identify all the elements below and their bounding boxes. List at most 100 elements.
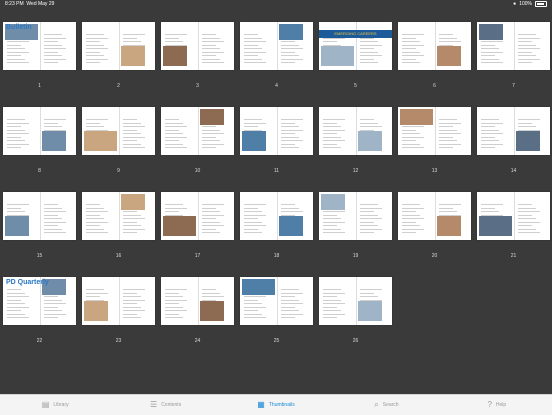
text-line (165, 140, 179, 141)
text-line (323, 214, 337, 216)
text-line (439, 143, 461, 145)
text-line (165, 122, 183, 124)
page-thumbnail[interactable]: Bulletin (3, 22, 76, 70)
text-line (44, 313, 66, 315)
text-line (281, 62, 295, 63)
text-line (7, 51, 29, 53)
page-thumbnail[interactable] (161, 22, 234, 70)
text-line (402, 228, 424, 230)
page-thumbnail[interactable]: EMERGING CAREERS (319, 22, 392, 70)
spine-divider (39, 192, 40, 240)
tab-search[interactable]: ⌕ Search (331, 395, 441, 415)
tab-help[interactable]: ? Help (442, 395, 552, 415)
tab-contents[interactable]: ☰ Contents (110, 395, 220, 415)
page-number: 10 (194, 168, 201, 174)
page-image (400, 109, 433, 125)
text-line (402, 44, 424, 46)
text-line (281, 136, 299, 138)
page-thumbnail[interactable] (319, 107, 392, 155)
text-line (360, 48, 374, 49)
page-thumbnail[interactable] (240, 22, 313, 70)
page-thumbnail[interactable] (3, 107, 76, 155)
text-line (123, 34, 145, 35)
page-thumbnail[interactable] (161, 192, 234, 240)
text-line (323, 289, 341, 290)
text-line (323, 296, 337, 297)
page-thumbnail[interactable] (398, 22, 471, 70)
page-thumbnail[interactable] (240, 107, 313, 155)
text-line (165, 136, 187, 138)
text-line (123, 119, 137, 120)
page-thumbnail[interactable] (240, 277, 313, 325)
text-line (44, 211, 66, 212)
text-line (439, 207, 453, 209)
text-line (165, 204, 183, 205)
page-image (358, 301, 382, 321)
page-thumbnail[interactable] (398, 192, 471, 240)
text-line (360, 119, 374, 120)
text-line (202, 207, 216, 209)
text-line (402, 129, 416, 131)
page-image (321, 194, 345, 210)
text-line (402, 214, 420, 216)
page-image (163, 46, 187, 66)
text-line (7, 289, 21, 290)
text-line (323, 147, 341, 148)
text-line (244, 221, 262, 223)
page-thumbnail[interactable] (161, 277, 234, 325)
text-line (123, 228, 145, 230)
page-number: 21 (510, 253, 517, 259)
text-line (244, 58, 262, 60)
page-thumbnail[interactable] (82, 107, 155, 155)
text-line (165, 299, 187, 301)
text-line (481, 55, 495, 56)
text-line (165, 129, 179, 131)
text-line (165, 310, 187, 311)
page-thumbnail[interactable] (82, 192, 155, 240)
text-line (202, 228, 216, 230)
text-line (44, 225, 58, 226)
page-thumbnail[interactable] (161, 107, 234, 155)
text-line (44, 214, 58, 216)
tab-label: Library (53, 402, 69, 408)
search-icon: ⌕ (374, 400, 379, 409)
tab-bar: ▤ Library ☰ Contents ▦ Thumbnails ⌕ Search? Help (0, 394, 552, 415)
page-thumbnail[interactable]: PD Quarterly (3, 277, 76, 325)
spine-divider (276, 277, 277, 325)
spine-divider (434, 22, 435, 70)
page-thumbnail[interactable] (240, 192, 313, 240)
text-line (44, 221, 66, 223)
text-line (402, 34, 424, 35)
text-line (123, 140, 137, 141)
spine-divider (197, 22, 198, 70)
page-title-text: PD Quarterly (6, 279, 49, 286)
text-line (165, 289, 187, 290)
text-line (323, 313, 345, 315)
spine-divider (513, 22, 514, 70)
text-line (44, 299, 62, 301)
text-line (244, 62, 266, 63)
spine-divider (39, 22, 40, 70)
page-thumbnail[interactable] (477, 22, 550, 70)
text-line (86, 62, 100, 63)
spine-divider (118, 22, 119, 70)
page-thumbnail[interactable] (319, 277, 392, 325)
spine-divider (355, 107, 356, 155)
tab-thumbnails[interactable]: ▦ Thumbnails (221, 395, 331, 415)
text-line (7, 317, 29, 318)
text-line (439, 129, 457, 131)
page-thumbnail[interactable] (319, 192, 392, 240)
page-thumbnail[interactable] (398, 107, 471, 155)
tab-library[interactable]: ▤ Library (0, 395, 110, 415)
text-line (402, 225, 420, 226)
page-thumbnail[interactable] (3, 192, 76, 240)
page-thumbnail[interactable] (477, 107, 550, 155)
page-thumbnail[interactable] (82, 22, 155, 70)
text-line (281, 299, 299, 301)
page-thumbnail[interactable] (477, 192, 550, 240)
text-line (44, 306, 58, 308)
page-thumbnail[interactable] (82, 277, 155, 325)
text-line (281, 143, 295, 145)
page-number: 6 (433, 83, 436, 89)
text-line (165, 133, 183, 134)
